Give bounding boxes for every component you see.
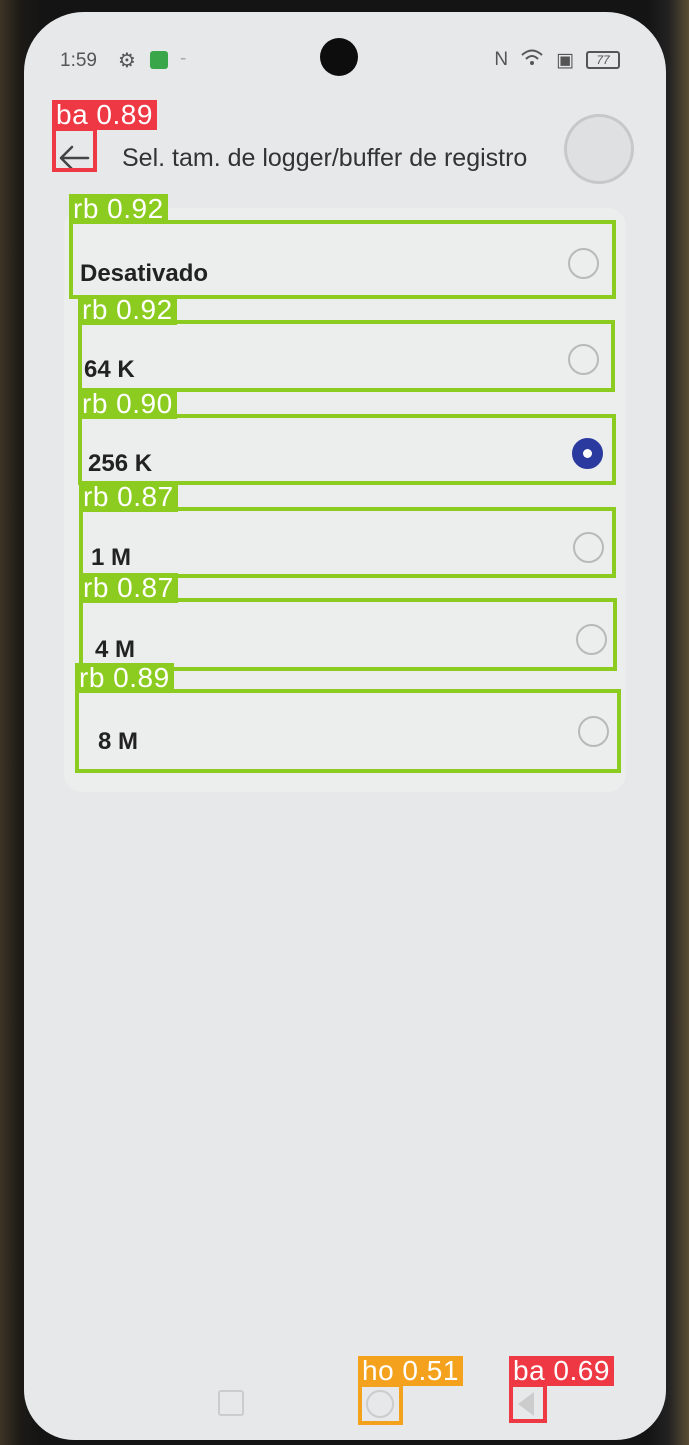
dash-icon: - xyxy=(180,48,187,69)
option-label: Desativado xyxy=(80,260,209,287)
sim-icon: ▣ xyxy=(556,49,574,71)
arrow-left-icon xyxy=(59,145,90,171)
detection-tag: ba 0.69 xyxy=(509,1356,614,1386)
floating-overlay-button[interactable] xyxy=(564,114,634,184)
radio-button[interactable] xyxy=(573,532,604,563)
home-icon[interactable] xyxy=(366,1390,394,1418)
back-button[interactable] xyxy=(52,136,96,180)
front-camera xyxy=(320,38,358,76)
option-label: 1 M xyxy=(91,544,132,571)
nfc-icon: N xyxy=(494,49,509,70)
detection-tag: rb 0.87 xyxy=(79,482,178,512)
status-bar: 1:59 ⚙ - N ▣ 77 xyxy=(24,12,666,102)
detection-tag: rb 0.92 xyxy=(78,295,177,325)
nav-back-icon[interactable] xyxy=(518,1392,534,1416)
detection-tag: ho 0.51 xyxy=(358,1356,463,1386)
detection-tag: rb 0.87 xyxy=(79,573,178,603)
battery-icon: 77 xyxy=(586,51,620,69)
detection-tag: rb 0.92 xyxy=(69,194,168,224)
recents-icon[interactable] xyxy=(218,1390,244,1416)
option-label: 8 M xyxy=(98,728,139,755)
app-notification-icon xyxy=(150,51,168,69)
option-label: 64 K xyxy=(84,356,135,383)
radio-button-selected[interactable] xyxy=(572,438,603,469)
radio-button[interactable] xyxy=(568,248,599,279)
detection-tag: rb 0.90 xyxy=(78,389,177,419)
option-label: 4 M xyxy=(95,636,136,663)
detection-tag: rb 0.89 xyxy=(75,663,174,693)
radio-button[interactable] xyxy=(576,624,607,655)
radio-button[interactable] xyxy=(568,344,599,375)
detection-tag: ba 0.89 xyxy=(52,100,157,130)
wifi-icon xyxy=(520,48,544,72)
phone-screen: 1:59 ⚙ - N ▣ 77 Sel. tam. de logger/buff… xyxy=(24,12,666,1440)
option-label: 256 K xyxy=(88,450,153,477)
radio-button[interactable] xyxy=(578,716,609,747)
sync-icon: ⚙ xyxy=(118,50,136,72)
option-8m[interactable]: 8 M xyxy=(64,684,626,776)
status-icons: N ▣ 77 xyxy=(494,48,620,72)
status-time: 1:59 xyxy=(60,50,97,71)
